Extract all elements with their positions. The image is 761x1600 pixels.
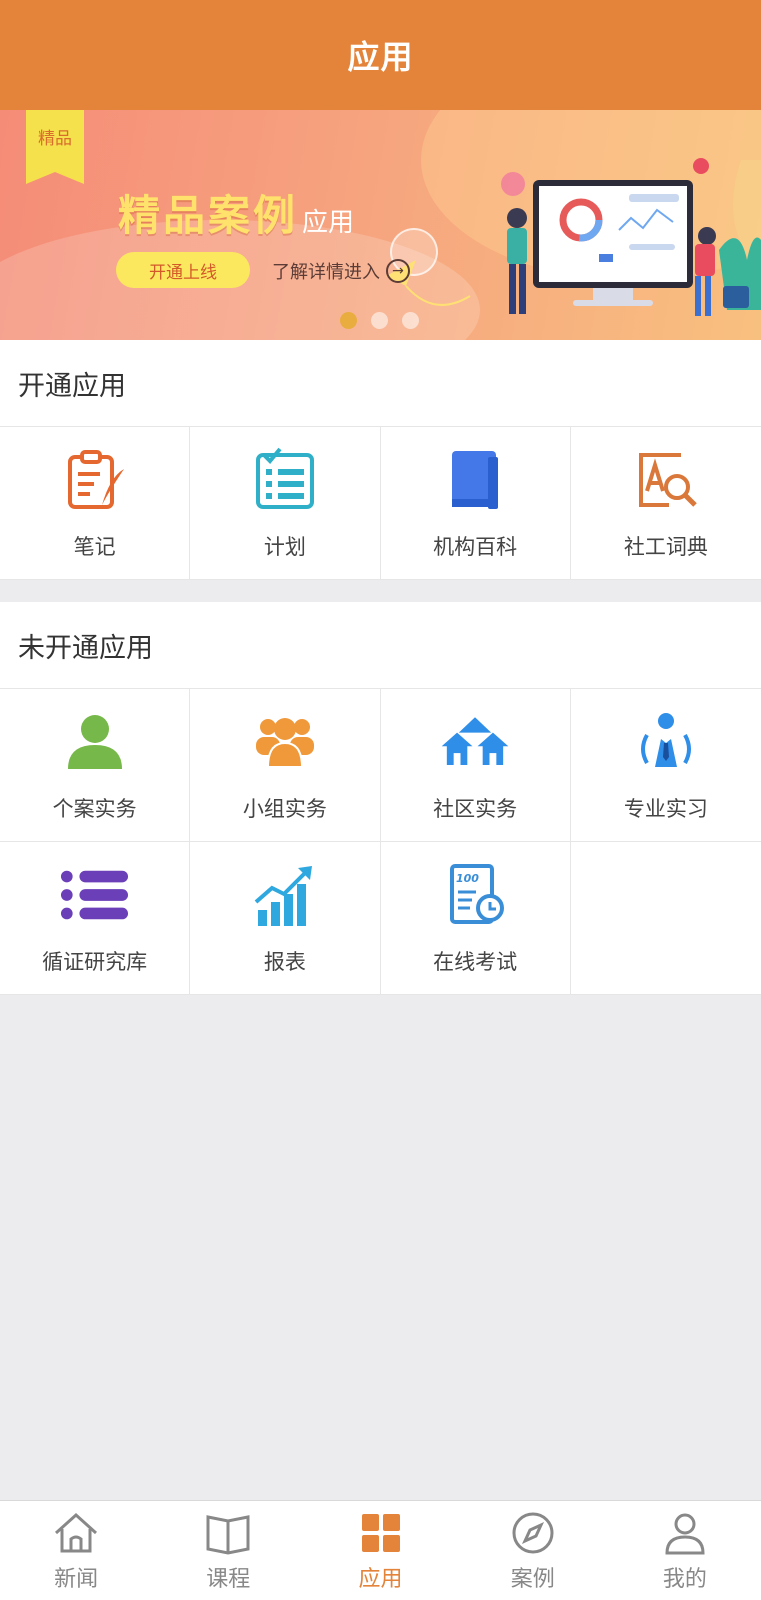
app-label: 机构百科: [433, 535, 518, 559]
tab-label: 我的: [662, 1566, 707, 1592]
app-label: 笔记: [73, 535, 116, 559]
app-case-practice[interactable]: 个案实务: [0, 689, 191, 842]
app-online-exam[interactable]: 100 在线考试: [380, 842, 571, 995]
app-label: 个案实务: [52, 797, 137, 821]
app-community-practice[interactable]: 社区实务: [380, 689, 571, 842]
premium-ribbon: 精品: [26, 110, 84, 184]
banner-illustration: [501, 158, 761, 316]
grid-icon: [357, 1509, 405, 1557]
empty-cell: [570, 842, 761, 995]
banner-headline: 精品案例 应用: [118, 182, 354, 243]
app-grid: 笔记 计划 机构百科 社工词典: [0, 426, 761, 580]
tab-mine[interactable]: 我的: [609, 1501, 761, 1600]
group-icon: [250, 707, 320, 777]
community-houses-icon: [440, 707, 510, 777]
tab-courses[interactable]: 课程: [152, 1501, 304, 1600]
app-institution-wiki[interactable]: 机构百科: [380, 427, 571, 580]
app-label: 专业实习: [623, 797, 708, 821]
svg-text:100: 100: [456, 872, 479, 885]
bottom-tab-bar: 新闻 课程 应用 案例 我的: [0, 1500, 761, 1600]
report-chart-icon: [250, 860, 320, 930]
app-label: 循证研究库: [42, 950, 148, 974]
professional-icon: [631, 707, 701, 777]
enable-online-button[interactable]: 开通上线: [116, 252, 250, 288]
home-icon: [52, 1509, 100, 1557]
tab-cases[interactable]: 案例: [457, 1501, 609, 1600]
tab-label: 课程: [206, 1566, 251, 1592]
plan-checklist-icon: [250, 445, 320, 515]
carousel-dot[interactable]: [371, 312, 388, 329]
user-icon: [661, 1509, 709, 1557]
dictionary-search-icon: [631, 445, 701, 515]
app-evidence-research-library[interactable]: 循证研究库: [0, 842, 191, 995]
arrow-right-icon: →: [386, 259, 410, 283]
learn-more-label: 了解详情进入: [272, 262, 380, 283]
carousel-indicator[interactable]: [340, 312, 419, 329]
section-title: 开通应用: [18, 370, 126, 402]
app-label: 报表: [263, 950, 306, 974]
app-reports[interactable]: 报表: [190, 842, 381, 995]
page-title: 应用: [347, 38, 414, 76]
promo-banner[interactable]: 精品 精品案例 应用 开通上线 了解详情进入 →: [0, 110, 761, 340]
section-title: 未开通应用: [18, 632, 153, 664]
learn-more-link[interactable]: 了解详情进入 →: [272, 258, 410, 284]
app-professional-internship[interactable]: 专业实习: [570, 689, 761, 842]
tab-news[interactable]: 新闻: [0, 1501, 152, 1600]
tab-label: 应用: [358, 1566, 403, 1592]
list-icon: [60, 860, 130, 930]
app-label: 社工词典: [623, 535, 708, 559]
book-icon: [440, 445, 510, 515]
tab-label: 案例: [510, 1566, 555, 1592]
banner-headline-main: 精品案例: [118, 191, 299, 240]
app-header: 应用: [0, 0, 761, 110]
person-icon: [60, 707, 130, 777]
app-social-work-dictionary[interactable]: 社工词典: [570, 427, 761, 580]
app-label: 社区实务: [433, 797, 518, 821]
open-book-icon: [204, 1509, 252, 1557]
enabled-apps-section: 开通应用 笔记 计划 机构百科 社工词典: [0, 340, 761, 580]
app-label: 在线考试: [433, 950, 518, 974]
tab-label: 新闻: [54, 1566, 99, 1592]
compass-icon: [509, 1509, 557, 1557]
tab-apps[interactable]: 应用: [304, 1501, 456, 1600]
app-grid: 个案实务 小组实务 社区实务 专业实习 循证研究库 报表 100 在线考试: [0, 688, 761, 995]
section-gap: [0, 580, 761, 602]
disabled-apps-section: 未开通应用 个案实务 小组实务 社区实务 专业实习 循证研究库 报表 100 在…: [0, 602, 761, 995]
app-label: 小组实务: [242, 797, 327, 821]
app-plan[interactable]: 计划: [190, 427, 381, 580]
app-group-practice[interactable]: 小组实务: [190, 689, 381, 842]
carousel-dot[interactable]: [340, 312, 357, 329]
exam-icon: 100: [440, 860, 510, 930]
notes-icon: [60, 445, 130, 515]
app-notes[interactable]: 笔记: [0, 427, 191, 580]
banner-headline-suffix: 应用: [302, 208, 355, 238]
ribbon-label: 精品: [38, 129, 72, 149]
carousel-dot[interactable]: [402, 312, 419, 329]
app-label: 计划: [263, 535, 306, 559]
